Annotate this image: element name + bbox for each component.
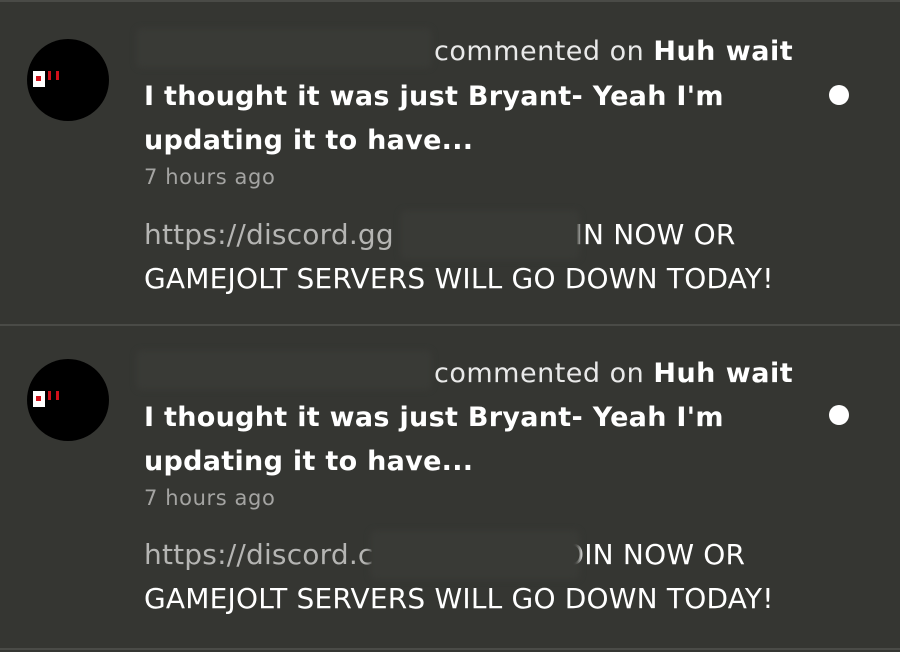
redacted-username [136, 350, 432, 390]
divider [0, 648, 900, 650]
avatar-logo-mark [36, 76, 41, 81]
avatar-logo-mark [48, 391, 51, 400]
avatar-logo-mark [48, 71, 51, 80]
timestamp: 7 hours ago [144, 165, 276, 189]
redacted-username [136, 28, 432, 68]
comment-body-line: GAMEJOLT SERVERS WILL GO DOWN TODAY! [144, 582, 774, 615]
target-link[interactable]: Huh wait [653, 36, 793, 67]
unread-indicator-icon [829, 85, 849, 105]
avatar-logo-mark [56, 391, 59, 400]
notification-item[interactable]: commented on Huh wait I thought it was j… [0, 2, 900, 324]
redacted-link [370, 530, 580, 580]
avatar-logo-mark [56, 71, 59, 80]
discord-link[interactable]: https://discord.gg [144, 218, 394, 251]
notification-header: commented on Huh wait [434, 36, 793, 67]
user-avatar-icon[interactable] [27, 39, 109, 121]
discord-link[interactable]: https://discord.c [144, 538, 374, 571]
body-text: JOIN NOW OR [553, 538, 746, 571]
timestamp: 7 hours ago [144, 486, 276, 510]
action-text: commented on [434, 36, 645, 67]
comment-body-line: GAMEJOLT SERVERS WILL GO DOWN TODAY! [144, 262, 774, 295]
notification-feed: commented on Huh wait I thought it was j… [0, 0, 900, 652]
redacted-link [400, 210, 580, 260]
comment-title[interactable]: I thought it was just Bryant- Yeah I'm u… [144, 75, 784, 163]
comment-title[interactable]: I thought it was just Bryant- Yeah I'm u… [144, 396, 784, 484]
notification-item[interactable]: commented on Huh wait I thought it was j… [0, 326, 900, 648]
action-text: commented on [434, 358, 645, 389]
notification-header: commented on Huh wait [434, 358, 793, 389]
user-avatar-icon[interactable] [27, 359, 109, 441]
unread-indicator-icon [829, 405, 849, 425]
avatar-logo-mark [36, 396, 41, 401]
target-link[interactable]: Huh wait [653, 358, 793, 389]
